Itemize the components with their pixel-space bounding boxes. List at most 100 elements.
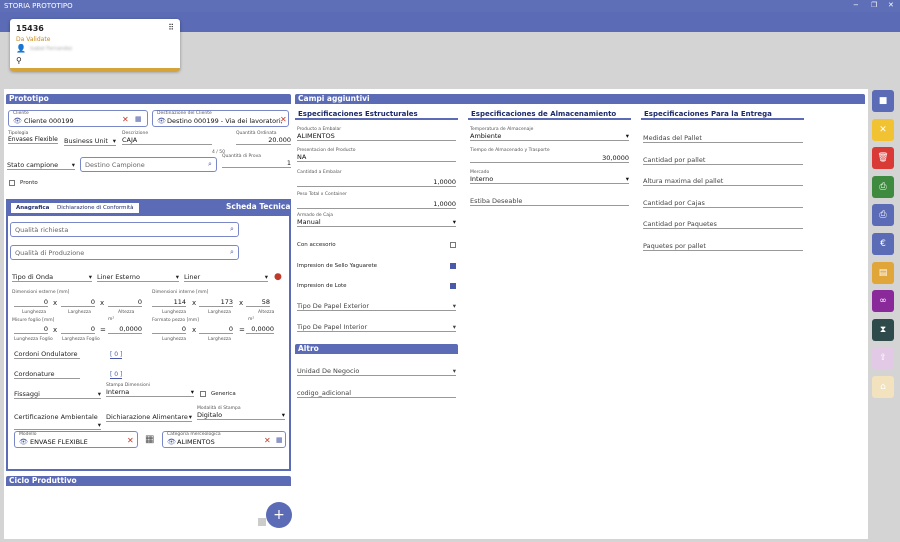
tag-button[interactable]: ⌂ [872,376,894,398]
stampa-dimensioni-select[interactable]: Stampa Dimensioni Interna ▾ [106,383,194,397]
liner-select[interactable]: Liner ▾ [184,273,268,282]
cantidad-field[interactable]: Cantidad a Embalar 1,0000 [297,170,456,187]
accesorio-checkbox[interactable] [450,242,456,248]
sello-checkbox[interactable] [450,263,456,269]
eye-icon: 👁 [19,438,28,446]
add-button[interactable]: + [266,502,292,528]
foglio-larghezza[interactable]: 0 [61,325,95,334]
int-larghezza[interactable]: 173 [199,298,233,307]
modalita-stampa-select[interactable]: Modalità di Stampa Digitalo ▾ [197,406,285,420]
int-lunghezza[interactable]: 114 [152,298,186,307]
cordoni-value[interactable]: [ 0 ] [110,351,123,359]
entrega-field[interactable]: Paquetes por pallet [643,242,803,251]
grid-menu-icon[interactable]: ⠿ [168,23,174,32]
ext-lunghezza[interactable]: 0 [14,298,48,307]
generica-checkbox[interactable] [200,391,206,397]
notes-button[interactable]: ▤ [872,261,894,284]
mercado-select[interactable]: Mercado Interno ▾ [470,170,629,184]
producto-field[interactable]: Producto a Embalar ALIMENTOS [297,127,456,141]
entrega-field[interactable]: Cantidad por pallet [643,156,803,165]
minimize-icon[interactable]: − [853,1,859,9]
armado-select[interactable]: Armado de Caja Manual ▾ [297,213,456,227]
dichiarazione-alimentare-select[interactable]: Dichiarazione Alimentare ▾ [106,413,192,422]
print-green-button[interactable]: ⎙ [872,175,894,198]
foglio-lunghezza[interactable]: 0 [14,325,48,334]
chevron-down-icon: ▾ [625,132,629,140]
delete-button[interactable]: 🗑 [872,147,894,170]
business-unit-select[interactable]: Business Unit ▾ [64,137,116,146]
chevron-down-icon: ▾ [281,411,285,419]
modello-field[interactable]: Modello 👁 ENVASE FLEXIBLE ✕ [14,431,138,448]
fissaggi-select[interactable]: Fissaggi ▾ [14,390,101,399]
qualita-produzione-input[interactable]: Qualità di Produzione ⌕ [10,245,239,260]
qualita-richiesta-input[interactable]: Qualità richiesta ⌕ [10,222,239,237]
ext-larghezza[interactable]: 0 [61,298,95,307]
clear-icon[interactable]: ✕ [280,115,287,124]
stato-campione-select[interactable]: Stato campione ▾ [7,161,75,170]
pronto-checkbox[interactable] [9,180,15,186]
lookup-icon[interactable]: ▦ [135,115,142,123]
tipologia-field[interactable]: Tipologia Envases Flexible [8,131,58,144]
temp-select[interactable]: Temperatura de Almacenaje Ambiente ▾ [470,127,629,141]
quantita-prova-value: 1 [222,159,291,168]
destinazione-field[interactable]: Destinazione del Cliente 👁 Destino 00019… [152,110,289,127]
search-icon[interactable]: ⌕ [208,160,212,169]
save-button[interactable]: ■ [872,90,894,112]
misure-foglio-label: Misure foglio [mm] [12,318,55,323]
search-icon[interactable]: ⌕ [230,248,234,257]
pezzo-area: 0,0000 [246,325,274,334]
cordonature-field[interactable]: Cordonature [14,370,80,379]
certificazione-select[interactable]: Certificazione Ambientale ▾ [14,413,101,430]
handle-square [258,518,266,526]
print-blue-button[interactable]: ⎙ [872,204,894,227]
unidad-select[interactable]: Unidad De Negocio ▾ [297,367,456,376]
lote-checkbox[interactable] [450,283,456,289]
prototype-card[interactable]: 15436 ⠿ Da Validate 👤 Isabel Fernandez ⚲ [10,19,180,71]
cordonature-value[interactable]: [ 0 ] [110,371,123,379]
presentacion-field[interactable]: Presentacion del Producto NA [297,148,456,162]
timer-button[interactable]: ⧗ [872,318,894,341]
quantita-prova-field[interactable]: Quantità di Prova 1 [222,154,291,168]
search-icon[interactable]: ⌕ [230,225,234,234]
link-button[interactable]: ∞ [872,290,894,313]
accesorio-label: Con accesorio [297,242,336,248]
entrega-field[interactable]: Cantidad por Cajas [643,199,803,208]
cantidad-label: Cantidad a Embalar [297,170,342,175]
tiempo-field[interactable]: Tiempo de Almacenado y Trasporte 30,0000 [470,148,629,163]
clear-icon[interactable]: ✕ [127,436,134,445]
destino-campione-input[interactable]: Destino Campione ⌕ [80,157,217,172]
cordoni-field[interactable]: Cordoni Ondulatore [14,350,80,359]
papel-exterior-select[interactable]: Tipo De Papel Exterior ▾ [297,302,456,311]
entrega-field[interactable]: Medidas del Pallet [643,134,803,143]
tab-anagrafica[interactable]: Anagrafica [11,203,55,215]
ext-altezza[interactable]: 0 [108,298,142,307]
clear-icon[interactable]: ✕ [122,115,129,124]
tipo-onda-select[interactable]: Tipo di Onda ▾ [12,273,92,282]
quantita-field[interactable]: Quantità Ordinata 20.000 [236,131,291,145]
categoria-label: Categoria merceologica [167,432,221,437]
lookup-icon[interactable]: ▦ [276,436,283,444]
close-button[interactable]: ✕ [872,118,894,141]
timer-icon: ⧗ [879,324,887,335]
calculator-icon[interactable]: ▦ [145,434,154,445]
papel-interior-select[interactable]: Tipo De Papel Interior ▾ [297,323,456,332]
entrega-field[interactable]: Cantidad por Paquetes [643,220,803,229]
liner-esterno-select[interactable]: Liner Esterno ▾ [97,273,179,282]
price-button[interactable]: € [872,233,894,255]
share-button[interactable]: ⇪ [872,347,894,370]
codigo-input[interactable]: codigo_adicional [297,389,456,398]
restore-icon[interactable]: ❐ [871,1,877,9]
cliente-field[interactable]: Cliente 👁 Cliente 000199 ✕ ▦ [8,110,148,127]
lunghezza-label: Lunghezza [22,310,47,315]
pezzo-larghezza[interactable]: 0 [199,325,233,334]
clear-icon[interactable]: ✕ [264,436,271,445]
tab-dichiarazione[interactable]: Dichiarazione di Conformità [52,203,139,213]
estiba-input[interactable]: Estiba Deseable [470,197,629,206]
entrega-field[interactable]: Altura maxima del pallet [643,177,803,186]
peso-field[interactable]: Peso Total x Container 1,0000 [297,192,456,209]
categoria-field[interactable]: Categoria merceologica 👁 ALIMENTOS ✕ ▦ [162,431,286,448]
pezzo-lunghezza[interactable]: 0 [152,325,186,334]
descrizione-field[interactable]: Descrizione CAJA [122,131,212,145]
int-altezza[interactable]: 58 [246,298,270,307]
close-window-icon[interactable]: ✕ [888,1,894,9]
